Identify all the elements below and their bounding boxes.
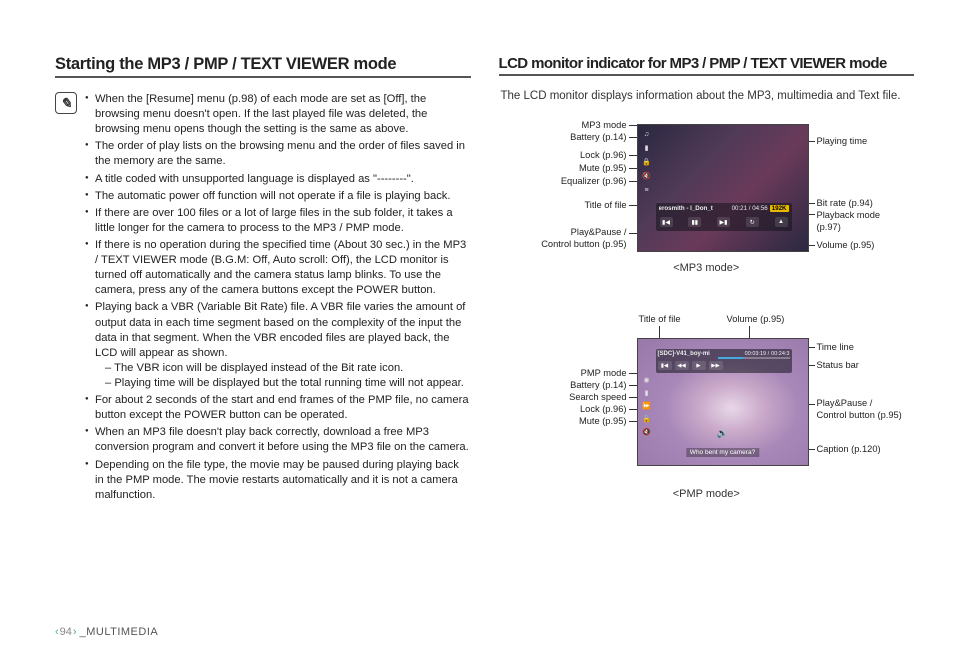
right-heading: LCD monitor indicator for MP3 / PMP / TE… [499,55,915,76]
pmp-caption: Who bent my camera? [686,448,759,457]
bullet-item: If there are over 100 files or a lot of … [85,206,471,236]
label-pmp-mute: Mute (p.95) [545,416,627,426]
label-mp3-mode: MP3 mode [545,120,627,130]
bullet-item: For about 2 seconds of the start and end… [85,393,471,423]
bullet-item: If there is no operation during the spec… [85,238,471,298]
vol-icon: ▲ [775,217,788,227]
pmp-icon: ◉ [642,375,652,385]
left-heading: Starting the MP3 / PMP / TEXT VIEWER mod… [55,55,471,78]
intro-text: The LCD monitor displays information abo… [499,90,915,102]
mp3-diagram: MP3 mode Battery (p.14) Lock (p.96) Mute… [499,114,915,304]
speaker-icon: 🔊 [717,428,728,439]
pmp-diagram: Title of file Volume (p.95) PMP mode Bat… [499,314,915,522]
bullet-item: When the [Resume] menu (p.98) of each mo… [85,92,471,137]
bullet-item: Playing back a VBR (Variable Bit Rate) f… [85,300,471,391]
label-volume: Volume (p.95) [817,240,875,250]
note-icon: ✎ [55,92,77,114]
label-bitrate: Bit rate (p.94) [817,198,873,208]
right-column: LCD monitor indicator for MP3 / PMP / TE… [499,55,915,532]
section-name: _MULTIMEDIA [80,626,159,638]
track-time: 00:21 / 04:56 [732,205,768,212]
label-playing-time: Playing time [817,136,868,146]
label-pp-a: Play&Pause / [817,398,873,408]
label-pmp-volume: Volume (p.95) [727,314,785,324]
mp3-mode-label: <MP3 mode> [499,262,915,274]
track-rate: 192K [770,205,789,212]
mute-icon: 🔇 [642,171,652,181]
bullet-item: Depending on the file type, the movie ma… [85,458,471,503]
label-pmp-mode: PMP mode [545,368,627,378]
label-title: Title of file [545,200,627,210]
bullet-list: When the [Resume] menu (p.98) of each mo… [85,92,471,505]
bullet-item: A title coded with unsupported language … [85,172,471,187]
bullet-item: When an MP3 file doesn't play back corre… [85,425,471,455]
pmp-mode-label: <PMP mode> [499,488,915,500]
label-equalizer: Equalizer (p.96) [545,176,627,186]
prev-icon: ▮◀ [660,217,673,227]
mp3-lcd: ♫ ▮ 🔒 🔇 ≡ erosmith - I_Don_t 00:21 / 04:… [637,124,809,252]
track-title: erosmith - I_Don_t [659,205,730,212]
label-statusbar: Status bar [817,360,859,370]
play-icon: ▶ [692,361,706,370]
pause-icon: ▮▮ [688,217,701,227]
label-battery: Battery (p.14) [545,132,627,142]
ffwd-icon: ▶▶ [709,361,723,370]
label-pmp-title: Title of file [639,314,681,324]
bullet-item: The order of play lists on the browsing … [85,139,471,169]
label-pmp-lock: Lock (p.96) [545,404,627,414]
lock-icon: 🔒 [642,157,652,167]
label-pp-b: Control button (p.95) [817,410,902,420]
skip-back-icon: ▮◀ [658,361,672,370]
label-lock: Lock (p.96) [545,150,627,160]
left-column: Starting the MP3 / PMP / TEXT VIEWER mod… [55,55,471,532]
battery-icon: ▮ [642,143,652,153]
label-playback-a: Playback mode [817,210,881,220]
eq-icon: ≡ [642,185,652,195]
lock-icon: 🔒 [642,414,652,424]
bullet-item: The automatic power off function will no… [85,189,471,204]
page-footer: 94 _MULTIMEDIA [55,626,158,638]
label-timeline: Time line [817,342,854,352]
label-playpause-b: Control button (p.95) [509,239,627,249]
label-mute: Mute (p.95) [545,163,627,173]
label-playpause-a: Play&Pause / [509,227,627,237]
speed-icon: ⏩ [642,401,652,411]
mute-icon: 🔇 [642,427,652,437]
rewind-icon: ◀◀ [675,361,689,370]
pmp-lcd: [SDC]-V41_boy-mi 00:03:19 / 00:24:3 ▮◀ ◀… [637,338,809,466]
subline: – Playing time will be displayed but the… [95,376,471,391]
label-search-speed: Search speed [545,392,627,402]
label-playback-b: (p.97) [817,222,841,232]
music-icon: ♫ [642,129,652,139]
repeat-icon: ↻ [746,217,759,227]
page-number: 94 [55,626,77,638]
label-caption: Caption (p.120) [817,444,881,454]
next-icon: ▶▮ [717,217,730,227]
subline: – The VBR icon will be displayed instead… [95,361,471,376]
label-pmp-battery: Battery (p.14) [545,380,627,390]
battery-icon: ▮ [642,388,652,398]
